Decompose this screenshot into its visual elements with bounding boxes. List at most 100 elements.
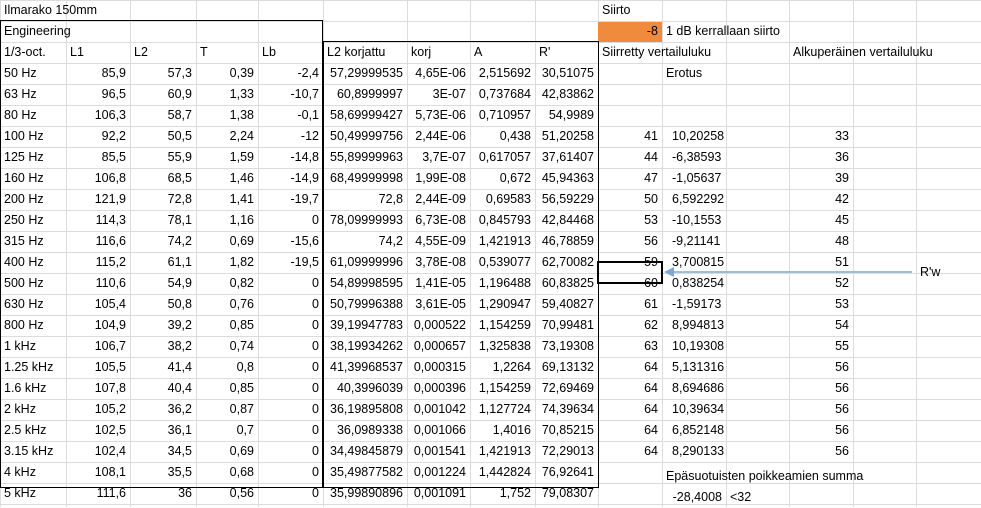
- table-cell[interactable]: 0,000315: [407, 357, 470, 378]
- table-cell[interactable]: 630 Hz: [0, 294, 66, 315]
- table-cell[interactable]: 74,2: [323, 231, 407, 252]
- table-cell[interactable]: 60: [598, 273, 662, 294]
- table-cell[interactable]: [789, 105, 853, 126]
- table-cell[interactable]: 0,8: [196, 357, 258, 378]
- table-cell[interactable]: 1,752: [470, 483, 535, 504]
- table-cell[interactable]: [598, 63, 662, 84]
- table-cell[interactable]: 500 Hz: [0, 273, 66, 294]
- table-cell[interactable]: 2,24: [196, 126, 258, 147]
- table-cell[interactable]: 1,154259: [470, 378, 535, 399]
- table-cell[interactable]: 38,19934262: [323, 336, 407, 357]
- column-header[interactable]: R': [535, 42, 598, 63]
- table-cell[interactable]: 1,38: [196, 105, 258, 126]
- table-cell[interactable]: 5,131316: [662, 357, 726, 378]
- table-cell[interactable]: 37,61407: [535, 147, 598, 168]
- table-cell[interactable]: 105,2: [66, 399, 130, 420]
- table-cell[interactable]: 85,9: [66, 63, 130, 84]
- table-cell[interactable]: -9,21141: [662, 231, 726, 252]
- table-cell[interactable]: 36,0989338: [323, 420, 407, 441]
- table-cell[interactable]: 0,845793: [470, 210, 535, 231]
- table-cell[interactable]: 0: [258, 378, 323, 399]
- table-cell[interactable]: 39: [789, 168, 853, 189]
- table-cell[interactable]: -1,59173: [662, 294, 726, 315]
- table-cell[interactable]: 57,29999535: [323, 63, 407, 84]
- table-cell[interactable]: 2.5 kHz: [0, 420, 66, 441]
- table-cell[interactable]: [662, 63, 726, 84]
- table-cell[interactable]: 0: [258, 420, 323, 441]
- table-cell[interactable]: -1,05637: [662, 168, 726, 189]
- table-cell[interactable]: 33: [789, 126, 853, 147]
- table-cell[interactable]: 0,76: [196, 294, 258, 315]
- table-cell[interactable]: 39,19947783: [323, 315, 407, 336]
- table-cell[interactable]: 70,85215: [535, 420, 598, 441]
- column-header[interactable]: L1: [66, 42, 130, 63]
- table-cell[interactable]: [662, 462, 726, 483]
- table-cell[interactable]: 250 Hz: [0, 210, 66, 231]
- table-cell[interactable]: 4,55E-09: [407, 231, 470, 252]
- table-cell[interactable]: [598, 105, 662, 126]
- table-cell[interactable]: 45: [789, 210, 853, 231]
- original-ref-header[interactable]: Alkuperäinen vertailuluku: [789, 42, 981, 63]
- table-cell[interactable]: 92,2: [66, 126, 130, 147]
- table-cell[interactable]: 35,49877582: [323, 462, 407, 483]
- table-cell[interactable]: 57,3: [130, 63, 196, 84]
- table-cell[interactable]: 0,000522: [407, 315, 470, 336]
- table-cell[interactable]: 1 kHz: [0, 336, 66, 357]
- table-cell[interactable]: 1,290947: [470, 294, 535, 315]
- table-cell[interactable]: 4 kHz: [0, 462, 66, 483]
- table-cell[interactable]: 74,2: [130, 231, 196, 252]
- table-cell[interactable]: 111,6: [66, 483, 130, 504]
- table-cell[interactable]: -15,6: [258, 231, 323, 252]
- table-cell[interactable]: 96,5: [66, 84, 130, 105]
- table-cell[interactable]: 35,5: [130, 462, 196, 483]
- table-cell[interactable]: 100 Hz: [0, 126, 66, 147]
- table-cell[interactable]: 50 Hz: [0, 63, 66, 84]
- table-cell[interactable]: 3,7E-07: [407, 147, 470, 168]
- table-cell[interactable]: 40,3996039: [323, 378, 407, 399]
- table-cell[interactable]: 10,39634: [662, 399, 726, 420]
- table-cell[interactable]: 0,001224: [407, 462, 470, 483]
- table-cell[interactable]: 42: [789, 189, 853, 210]
- table-cell[interactable]: -10,1553: [662, 210, 726, 231]
- table-cell[interactable]: 64: [598, 378, 662, 399]
- table-cell[interactable]: 0,69: [196, 231, 258, 252]
- table-cell[interactable]: 46,78859: [535, 231, 598, 252]
- table-cell[interactable]: 106,7: [66, 336, 130, 357]
- column-header[interactable]: korj: [407, 42, 470, 63]
- table-cell[interactable]: 53: [789, 294, 853, 315]
- table-cell[interactable]: 74,39634: [535, 399, 598, 420]
- table-cell[interactable]: 0: [258, 483, 323, 504]
- table-cell[interactable]: 200 Hz: [0, 189, 66, 210]
- table-cell[interactable]: -10,7: [258, 84, 323, 105]
- table-cell[interactable]: 42,83862: [535, 84, 598, 105]
- table-cell[interactable]: 61,1: [130, 252, 196, 273]
- table-cell[interactable]: 2,44E-09: [407, 189, 470, 210]
- table-cell[interactable]: 41: [598, 126, 662, 147]
- table-cell[interactable]: 70,99481: [535, 315, 598, 336]
- table-cell[interactable]: 78,09999993: [323, 210, 407, 231]
- table-cell[interactable]: 0: [258, 399, 323, 420]
- table-cell[interactable]: 0,39: [196, 63, 258, 84]
- table-cell[interactable]: -12: [258, 126, 323, 147]
- table-cell[interactable]: 8,694686: [662, 378, 726, 399]
- table-cell[interactable]: [789, 84, 853, 105]
- table-cell[interactable]: 160 Hz: [0, 168, 66, 189]
- table-cell[interactable]: 72,69469: [535, 378, 598, 399]
- table-cell[interactable]: 102,4: [66, 441, 130, 462]
- table-cell[interactable]: 10,19308: [662, 336, 726, 357]
- table-cell[interactable]: 50: [598, 189, 662, 210]
- table-cell[interactable]: 3.15 kHz: [0, 441, 66, 462]
- table-cell[interactable]: 30,51075: [535, 63, 598, 84]
- siirto-note-cell[interactable]: 1 dB kerrallaan siirto: [662, 21, 862, 42]
- table-cell[interactable]: 64: [598, 357, 662, 378]
- table-cell[interactable]: 76,92641: [535, 462, 598, 483]
- table-cell[interactable]: 35,99890896: [323, 483, 407, 504]
- table-cell[interactable]: 63: [598, 336, 662, 357]
- table-cell[interactable]: 0,69: [196, 441, 258, 462]
- table-cell[interactable]: 53: [598, 210, 662, 231]
- table-cell[interactable]: 0,838254: [662, 273, 726, 294]
- table-cell[interactable]: 115,2: [66, 252, 130, 273]
- table-cell[interactable]: 64: [598, 399, 662, 420]
- table-cell[interactable]: 0,85: [196, 315, 258, 336]
- table-cell[interactable]: 6,592292: [662, 189, 726, 210]
